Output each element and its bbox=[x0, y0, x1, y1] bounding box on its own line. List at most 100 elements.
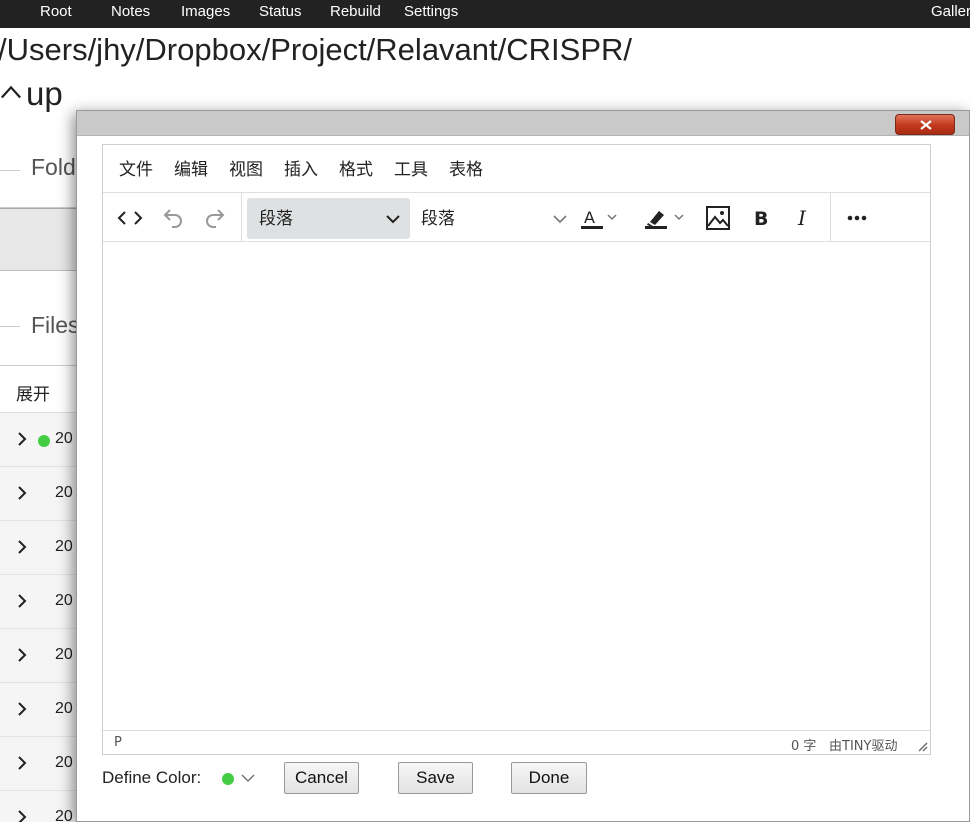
table-row[interactable]: 20 bbox=[0, 467, 80, 521]
row-date: 20 bbox=[55, 646, 73, 663]
done-button[interactable]: Done bbox=[511, 762, 587, 794]
chevron-down-icon bbox=[386, 215, 400, 224]
image-icon bbox=[706, 206, 730, 230]
svg-text:I: I bbox=[797, 206, 807, 230]
file-list: 20 20 20 20 20 20 20 20 bbox=[0, 412, 80, 822]
column-header-expand: 展开 bbox=[16, 385, 50, 404]
menu-table[interactable]: 表格 bbox=[449, 160, 483, 180]
table-row[interactable]: 20 bbox=[0, 791, 80, 822]
status-dot bbox=[38, 435, 50, 447]
nav-gallery[interactable]: Galler bbox=[931, 3, 970, 21]
text-color-button[interactable]: A bbox=[577, 202, 617, 234]
nav-settings[interactable]: Settings bbox=[404, 3, 458, 21]
menu-view[interactable]: 视图 bbox=[229, 160, 263, 180]
source-code-icon bbox=[117, 211, 143, 225]
table-row[interactable]: 20 bbox=[0, 629, 80, 683]
redo-icon bbox=[206, 209, 225, 228]
toolbar-divider bbox=[830, 193, 831, 241]
close-button[interactable] bbox=[895, 114, 955, 135]
row-date: 20 bbox=[55, 430, 73, 447]
menu-tools[interactable]: 工具 bbox=[394, 160, 428, 180]
rich-text-editor: 文件 编辑 视图 插入 格式 工具 表格 段落 段落 A B I P 0 字 由… bbox=[102, 144, 931, 755]
block-format-value: 段落 bbox=[259, 209, 293, 229]
menu-file[interactable]: 文件 bbox=[119, 160, 153, 180]
word-count[interactable]: 0 字 bbox=[791, 735, 816, 754]
insert-image-button[interactable] bbox=[702, 202, 734, 234]
table-row[interactable]: 20 bbox=[0, 683, 80, 737]
table-row[interactable]: 20 bbox=[0, 521, 80, 575]
italic-button[interactable]: I bbox=[787, 202, 819, 234]
row-date: 20 bbox=[55, 700, 73, 717]
nav-status[interactable]: Status bbox=[259, 3, 302, 21]
dialog-titlebar[interactable] bbox=[77, 111, 969, 136]
row-date: 20 bbox=[55, 754, 73, 771]
resize-handle-icon[interactable] bbox=[916, 740, 928, 752]
font-format-value: 段落 bbox=[421, 209, 455, 229]
powered-by-link[interactable]: 由TINY驱动 bbox=[829, 735, 897, 754]
chevron-right-icon[interactable] bbox=[16, 755, 28, 771]
svg-text:A: A bbox=[584, 208, 595, 227]
close-icon bbox=[920, 120, 932, 130]
chevron-right-icon[interactable] bbox=[16, 701, 28, 717]
up-link-label: up bbox=[26, 75, 63, 112]
nav-root[interactable]: Root bbox=[40, 3, 72, 21]
menu-edit[interactable]: 编辑 bbox=[174, 160, 208, 180]
folders-heading: Fold bbox=[31, 154, 76, 180]
chevron-right-icon[interactable] bbox=[16, 593, 28, 609]
chevron-right-icon[interactable] bbox=[16, 431, 28, 447]
row-date: 20 bbox=[55, 808, 73, 822]
highlight-color-button[interactable] bbox=[641, 202, 685, 234]
editor-content-area[interactable] bbox=[103, 243, 930, 731]
toolbar-divider bbox=[241, 193, 242, 241]
top-navbar: Root Notes Images Status Rebuild Setting… bbox=[0, 0, 970, 28]
more-button[interactable] bbox=[841, 202, 873, 234]
color-swatch[interactable] bbox=[222, 773, 234, 785]
up-link[interactable]: up bbox=[0, 74, 63, 114]
nav-notes[interactable]: Notes bbox=[111, 3, 150, 21]
source-code-button[interactable] bbox=[114, 202, 146, 234]
font-format-select[interactable]: 段落 bbox=[415, 198, 567, 239]
menu-format[interactable]: 格式 bbox=[339, 160, 373, 180]
page-path-title: /Users/jhy/Dropbox/Project/Relavant/CRIS… bbox=[0, 32, 633, 67]
table-row[interactable]: 20 bbox=[0, 575, 80, 629]
nav-rebuild[interactable]: Rebuild bbox=[330, 3, 381, 21]
folders-rule bbox=[0, 170, 20, 171]
chevron-down-icon bbox=[553, 215, 567, 224]
define-color-label: Define Color: bbox=[102, 768, 202, 787]
folders-band bbox=[0, 208, 80, 271]
table-row[interactable]: 20 bbox=[0, 413, 80, 467]
bold-button[interactable]: B bbox=[745, 202, 777, 234]
chevron-right-icon[interactable] bbox=[16, 539, 28, 555]
nav-images[interactable]: Images bbox=[181, 3, 230, 21]
row-date: 20 bbox=[55, 484, 73, 501]
chevron-right-icon[interactable] bbox=[16, 485, 28, 501]
editor-toolbar: 段落 段落 A B I bbox=[103, 193, 930, 242]
redo-button[interactable] bbox=[200, 202, 232, 234]
bold-icon: B bbox=[754, 208, 768, 230]
save-button[interactable]: Save bbox=[398, 762, 473, 794]
menu-insert[interactable]: 插入 bbox=[284, 160, 318, 180]
undo-icon bbox=[163, 209, 182, 228]
block-format-select[interactable]: 段落 bbox=[247, 198, 410, 239]
italic-icon: I bbox=[797, 206, 807, 230]
chevron-right-icon[interactable] bbox=[16, 647, 28, 663]
table-row[interactable]: 20 bbox=[0, 737, 80, 791]
caret-up-icon bbox=[1, 85, 21, 99]
editor-statusbar: P 0 字 由TINY驱动 bbox=[103, 730, 930, 754]
files-rule bbox=[0, 326, 20, 327]
highlight-icon bbox=[645, 211, 684, 229]
files-heading: Files bbox=[31, 312, 80, 338]
cancel-button[interactable]: Cancel bbox=[284, 762, 359, 794]
row-date: 20 bbox=[55, 592, 73, 609]
editor-menubar: 文件 编辑 视图 插入 格式 工具 表格 bbox=[103, 145, 930, 193]
files-divider bbox=[0, 365, 80, 366]
svg-text:B: B bbox=[754, 208, 768, 230]
editor-dialog: 文件 编辑 视图 插入 格式 工具 表格 段落 段落 A B I P 0 字 由… bbox=[76, 110, 970, 822]
text-color-icon: A bbox=[581, 208, 617, 229]
chevron-right-icon[interactable] bbox=[16, 809, 28, 822]
undo-button[interactable] bbox=[156, 202, 188, 234]
more-icon bbox=[847, 215, 867, 221]
chevron-down-icon[interactable] bbox=[241, 773, 255, 783]
row-date: 20 bbox=[55, 538, 73, 555]
element-path[interactable]: P bbox=[114, 735, 122, 750]
